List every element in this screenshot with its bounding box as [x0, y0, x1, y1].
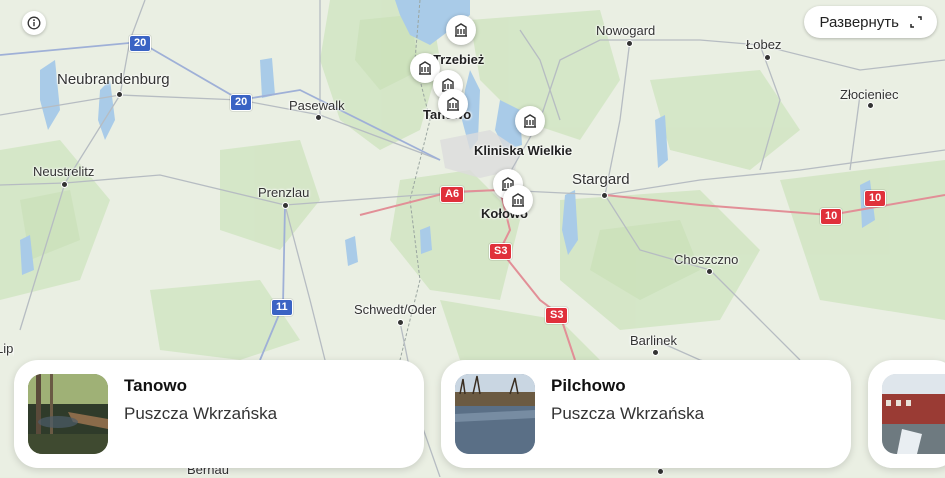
- road-shield-a6: A6: [440, 186, 465, 203]
- museum-pin[interactable]: [446, 15, 476, 45]
- place-card-subtitle: Puszcza Wkrzańska: [551, 404, 705, 423]
- city-dot: [867, 102, 874, 109]
- place-lippi: Lippi: [0, 341, 14, 356]
- expand-icon: [910, 16, 922, 28]
- road-shield-s3: S3: [545, 307, 569, 324]
- city-dot: [626, 40, 633, 47]
- city-dot: [282, 202, 289, 209]
- city-dot: [706, 268, 713, 275]
- place-choszczno: Choszczno: [674, 252, 739, 267]
- place-card-title: Tanowo: [124, 376, 187, 395]
- place-card[interactable]: [868, 360, 945, 468]
- city-dot: [601, 192, 608, 199]
- place-zlocieniec: Złocieniec: [840, 87, 899, 102]
- info-icon: [27, 16, 41, 30]
- place-neubrandenburg: Neubrandenburg: [57, 71, 170, 88]
- place-thumbnail: [28, 374, 108, 454]
- place-card-title: Pilchowo: [551, 376, 626, 395]
- road-shield-10: 10: [864, 190, 887, 207]
- road-shield-20: 20: [230, 94, 253, 111]
- place-card-subtitle: Puszcza Wkrzańska: [124, 404, 278, 423]
- place-barlinek: Barlinek: [630, 333, 677, 348]
- place-stargard: Stargard: [572, 171, 630, 188]
- expand-label: Развернуть: [819, 13, 899, 31]
- place-pasewalk: Pasewalk: [289, 98, 345, 113]
- place-neustrelitz: Neustrelitz: [33, 164, 95, 179]
- museum-icon: [512, 193, 524, 207]
- museum-pin[interactable]: [438, 89, 468, 119]
- city-dot: [652, 349, 659, 356]
- city-dot: [116, 91, 123, 98]
- museum-icon: [419, 61, 431, 75]
- place-lobez: Łobez: [746, 37, 782, 52]
- place-card[interactable]: Tanowo Puszcza Wkrzańska: [14, 360, 424, 468]
- museum-icon: [524, 114, 536, 128]
- museum-icon: [447, 97, 459, 111]
- museum-icon: [455, 23, 467, 37]
- road-shield-20: 20: [129, 35, 152, 52]
- place-thumbnail: [455, 374, 535, 454]
- city-dot: [315, 114, 322, 121]
- info-button[interactable]: [22, 11, 46, 35]
- museum-pin[interactable]: [515, 106, 545, 136]
- place-kliniska: Kliniska Wielkie: [474, 143, 573, 158]
- city-dot: [61, 181, 68, 188]
- museum-pin[interactable]: [503, 185, 533, 215]
- road-shield-s3: S3: [489, 243, 513, 260]
- place-prenzlau: Prenzlau: [258, 185, 310, 200]
- expand-map-button[interactable]: Развернуть: [804, 6, 937, 38]
- place-nowogard: Nowogard: [596, 23, 656, 38]
- city-dot: [397, 319, 404, 326]
- city-dot: [657, 468, 664, 475]
- place-schwedt: Schwedt/Oder: [354, 302, 437, 317]
- place-thumbnail: [882, 374, 945, 454]
- road-shield-11: 11: [271, 299, 293, 316]
- place-card[interactable]: Pilchowo Puszcza Wkrzańska: [441, 360, 851, 468]
- road-shield-10: 10: [820, 208, 843, 225]
- city-dot: [764, 54, 771, 61]
- place-trzebiez: Trzebież: [433, 52, 485, 67]
